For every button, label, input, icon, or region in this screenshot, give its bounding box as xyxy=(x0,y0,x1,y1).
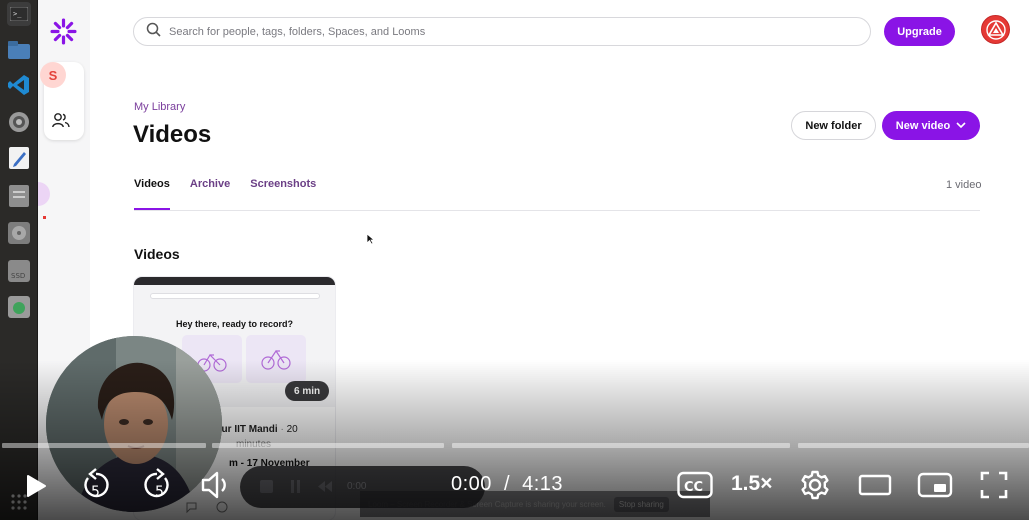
tabs-divider xyxy=(134,210,980,211)
sidebar-nav: S xyxy=(40,62,84,140)
ssd-drive-icon[interactable]: SSD xyxy=(7,259,31,283)
video-owner[interactable]: kur IIT Mandi xyxy=(216,424,278,435)
sidebar-indicator xyxy=(38,182,50,206)
rewind-5-icon: 5 xyxy=(84,468,109,500)
profile-avatar[interactable] xyxy=(981,15,1010,44)
video-stats xyxy=(186,500,246,519)
new-folder-button[interactable]: New folder xyxy=(791,111,876,140)
thumbnail-browser-bar xyxy=(134,277,335,285)
thumbnail-option-record xyxy=(246,335,306,383)
trash-icon[interactable] xyxy=(7,295,31,319)
thumbnail-heading: Hey there, ready to record? xyxy=(175,319,294,329)
vscode-icon[interactable] xyxy=(7,73,31,97)
fullscreen-icon xyxy=(980,471,1008,499)
breadcrumb[interactable]: My Library xyxy=(134,101,185,113)
search-input[interactable] xyxy=(169,25,849,38)
chevron-down-icon xyxy=(956,120,966,132)
video-age: 20 xyxy=(286,424,298,435)
miniplayer-button[interactable] xyxy=(917,472,953,498)
theater-mode-button[interactable] xyxy=(858,472,892,498)
settings-icon[interactable] xyxy=(7,110,31,134)
fullscreen-button[interactable] xyxy=(979,470,1009,500)
duration-badge: 6 min xyxy=(285,381,330,401)
stop-sharing-button[interactable]: Stop sharing xyxy=(613,496,669,512)
mouse-pointer-icon xyxy=(366,232,376,250)
total-duration: 4:13 xyxy=(522,473,564,495)
document-viewer-icon[interactable] xyxy=(7,184,31,208)
gear-icon xyxy=(801,470,829,500)
time-display: 0:00 / 4:13 xyxy=(451,473,563,496)
loom-logo-icon[interactable] xyxy=(50,18,77,50)
chapter-segment[interactable] xyxy=(212,443,444,448)
terminal-icon[interactable]: >_ xyxy=(7,2,31,26)
forward-5-icon: 5 xyxy=(144,468,169,500)
tab-videos[interactable]: Videos xyxy=(134,178,170,210)
video-count: 1 video xyxy=(946,179,982,191)
page-title: Videos xyxy=(133,121,212,148)
rewind-5-button[interactable]: 5 xyxy=(80,468,112,502)
svg-text:5: 5 xyxy=(91,484,100,500)
svg-text:SSD: SSD xyxy=(11,272,25,280)
current-time: 0:00 xyxy=(451,473,492,495)
tab-screenshots[interactable]: Screenshots xyxy=(250,178,316,210)
time-separator: / xyxy=(504,473,511,495)
thumbnail-search-bar xyxy=(150,293,320,299)
captions-button[interactable]: CC xyxy=(677,471,713,499)
files-icon[interactable] xyxy=(7,38,31,62)
text-editor-icon[interactable] xyxy=(7,146,31,170)
new-video-button[interactable]: New video xyxy=(882,111,980,140)
search-bar[interactable] xyxy=(133,17,871,46)
miniplayer-icon xyxy=(917,472,953,498)
settings-button[interactable] xyxy=(800,470,830,500)
search-icon xyxy=(146,22,161,42)
volume-icon xyxy=(201,471,226,499)
disc-icon[interactable] xyxy=(7,221,31,245)
svg-text:CC: CC xyxy=(684,480,703,495)
progress-bar[interactable] xyxy=(0,443,1029,448)
volume-button[interactable] xyxy=(200,470,234,500)
play-icon xyxy=(27,475,46,497)
os-dock: >_ SSD xyxy=(0,0,38,520)
chapter-segment[interactable] xyxy=(452,443,790,448)
camera-bubble[interactable] xyxy=(46,336,222,512)
chapter-segment[interactable] xyxy=(798,443,1029,448)
forward-5-button[interactable]: 5 xyxy=(141,468,173,502)
svg-text:>_: >_ xyxy=(13,10,22,18)
chapter-segment[interactable] xyxy=(2,443,206,448)
new-video-label: New video xyxy=(895,119,951,132)
videos-section-title: Videos xyxy=(134,246,180,262)
tab-archive[interactable]: Archive xyxy=(190,178,230,210)
people-icon[interactable] xyxy=(52,112,70,133)
loom-recording-time: 0:00 xyxy=(347,481,367,492)
playback-speed-button[interactable]: 1.5× xyxy=(731,472,772,496)
svg-text:5: 5 xyxy=(155,484,164,500)
space-avatar[interactable]: S xyxy=(40,62,66,88)
upgrade-button[interactable]: Upgrade xyxy=(884,17,955,46)
library-tabs: Videos Archive Screenshots xyxy=(134,178,316,210)
theater-mode-icon xyxy=(858,474,892,496)
closed-captions-icon: CC xyxy=(677,471,713,499)
play-button[interactable] xyxy=(22,472,50,500)
screen: >_ SSD S Search for people, tags, folder… xyxy=(0,0,1029,520)
sidebar-notification-dot xyxy=(43,216,46,219)
